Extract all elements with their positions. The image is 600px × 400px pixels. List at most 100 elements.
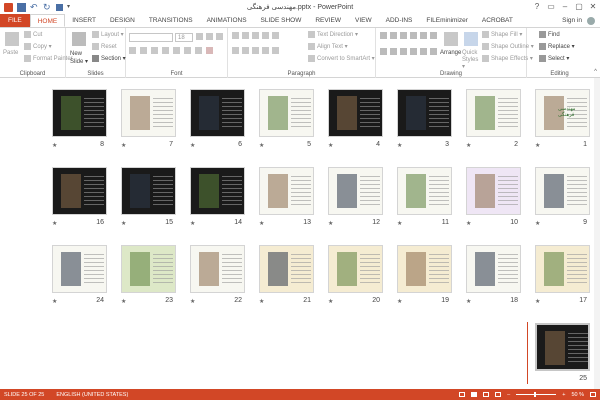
tab-acrobat[interactable]: ACROBAT: [475, 14, 520, 27]
shape-fill-button[interactable]: Shape Fill ▾: [482, 31, 522, 38]
font-color-icon[interactable]: [206, 47, 213, 54]
slide-thumbnail[interactable]: [259, 245, 314, 293]
tab-file[interactable]: FILE: [0, 14, 30, 27]
grow-font-icon[interactable]: [196, 33, 203, 40]
select-button[interactable]: Select ▾: [539, 55, 569, 62]
transition-star-icon[interactable]: ★: [52, 142, 57, 149]
transition-star-icon[interactable]: ★: [259, 142, 264, 149]
arrange-button[interactable]: Arrange: [440, 50, 461, 56]
bold-icon[interactable]: [129, 47, 136, 54]
transition-star-icon[interactable]: ★: [328, 298, 333, 305]
shape-block-icon[interactable]: [420, 48, 427, 55]
tab-add-ins[interactable]: ADD-INS: [379, 14, 420, 27]
shape-more-icon[interactable]: [430, 48, 437, 55]
quick-styles-button[interactable]: Quick Styles ▾: [462, 50, 480, 71]
normal-view-icon[interactable]: [459, 392, 466, 397]
reset-button[interactable]: Reset: [92, 43, 117, 50]
slide-thumbnail[interactable]: [190, 245, 245, 293]
slide-thumbnail[interactable]: مهندسی فرهنگی: [535, 89, 590, 137]
transition-star-icon[interactable]: ★: [397, 142, 402, 149]
shape-rect-icon[interactable]: [400, 32, 407, 39]
tab-insert[interactable]: INSERT: [65, 14, 103, 27]
change-case-icon[interactable]: [195, 47, 202, 54]
minimize-icon[interactable]: –: [558, 0, 572, 14]
transition-star-icon[interactable]: ★: [535, 298, 540, 305]
tab-design[interactable]: DESIGN: [103, 14, 142, 27]
zoom-knob[interactable]: [534, 392, 537, 397]
italic-icon[interactable]: [140, 47, 147, 54]
paste-icon[interactable]: [5, 32, 19, 46]
shape-brace-icon[interactable]: [380, 48, 387, 55]
quick-styles-icon[interactable]: [464, 32, 478, 46]
cut-button[interactable]: Cut: [24, 31, 42, 38]
zoom-out-icon[interactable]: –: [507, 392, 510, 398]
convert-smartart-button[interactable]: Convert to SmartArt ▾: [308, 55, 375, 62]
font-name-box[interactable]: [129, 33, 173, 42]
columns-icon[interactable]: [272, 47, 279, 54]
slide-thumbnail[interactable]: [466, 245, 521, 293]
slide-thumbnail[interactable]: [121, 89, 176, 137]
zoom-slider[interactable]: [516, 392, 557, 397]
align-text-button[interactable]: Align Text ▾: [308, 43, 348, 50]
shape-curve-icon[interactable]: [430, 32, 437, 39]
transition-star-icon[interactable]: ★: [466, 142, 471, 149]
transition-star-icon[interactable]: ★: [397, 220, 402, 227]
slide-thumbnail[interactable]: [52, 167, 107, 215]
shape-arrow2-icon[interactable]: [410, 48, 417, 55]
user-icon[interactable]: [587, 17, 595, 25]
replace-button[interactable]: Replace ▾: [539, 43, 575, 50]
layout-button[interactable]: Layout ▾: [92, 31, 124, 38]
transition-star-icon[interactable]: ★: [328, 220, 333, 227]
underline-icon[interactable]: [151, 47, 158, 54]
paste-button[interactable]: Paste: [3, 50, 18, 56]
shape-effects-button[interactable]: Shape Effects ▾: [482, 55, 533, 62]
vertical-scrollbar[interactable]: [594, 78, 600, 389]
maximize-icon[interactable]: ▢: [572, 0, 586, 14]
slide-thumbnail[interactable]: [535, 323, 590, 371]
shape-oval-icon[interactable]: [410, 32, 417, 39]
transition-star-icon[interactable]: ★: [328, 142, 333, 149]
decrease-indent-icon[interactable]: [252, 32, 259, 39]
new-slide-button[interactable]: New Slide ▾: [70, 50, 90, 66]
slide-thumbnail[interactable]: [328, 89, 383, 137]
numbering-icon[interactable]: [242, 32, 249, 39]
new-slide-icon[interactable]: [72, 32, 86, 46]
transition-star-icon[interactable]: ★: [259, 298, 264, 305]
sorter-view-icon[interactable]: [471, 392, 478, 397]
line-spacing-icon[interactable]: [272, 32, 279, 39]
slide-thumbnail[interactable]: [397, 245, 452, 293]
char-spacing-icon[interactable]: [184, 47, 191, 54]
align-center-icon[interactable]: [242, 47, 249, 54]
transition-star-icon[interactable]: ★: [121, 298, 126, 305]
collapse-ribbon-icon[interactable]: ^: [594, 69, 597, 75]
ribbon-display-icon[interactable]: ▭: [544, 0, 558, 14]
shapes-gallery[interactable]: [380, 32, 437, 62]
slide-thumbnail[interactable]: [259, 89, 314, 137]
shape-arrow-icon[interactable]: [390, 32, 397, 39]
slide-thumbnail[interactable]: [535, 167, 590, 215]
increase-indent-icon[interactable]: [262, 32, 269, 39]
font-size-box[interactable]: 18: [175, 33, 193, 42]
fit-slide-icon[interactable]: [590, 392, 596, 397]
transition-star-icon[interactable]: ★: [535, 142, 540, 149]
transition-star-icon[interactable]: ★: [52, 298, 57, 305]
tab-view[interactable]: VIEW: [348, 14, 379, 27]
shape-star-icon[interactable]: [390, 48, 397, 55]
slide-thumbnail[interactable]: [328, 167, 383, 215]
shape-line-icon[interactable]: [380, 32, 387, 39]
help-icon[interactable]: ?: [530, 0, 544, 14]
slide-thumbnail[interactable]: [535, 245, 590, 293]
transition-star-icon[interactable]: ★: [397, 298, 402, 305]
slide-thumbnail[interactable]: [397, 167, 452, 215]
tab-fileminimizer[interactable]: FILEminimizer: [419, 14, 475, 27]
zoom-in-icon[interactable]: +: [562, 392, 565, 398]
shrink-font-icon[interactable]: [206, 33, 213, 40]
transition-star-icon[interactable]: ★: [190, 220, 195, 227]
justify-icon[interactable]: [262, 47, 269, 54]
transition-star-icon[interactable]: ★: [259, 220, 264, 227]
tab-transitions[interactable]: TRANSITIONS: [142, 14, 200, 27]
close-icon[interactable]: ✕: [586, 0, 600, 14]
transition-star-icon[interactable]: ★: [535, 220, 540, 227]
align-left-icon[interactable]: [232, 47, 239, 54]
sign-in-link[interactable]: Sign in: [562, 17, 582, 24]
